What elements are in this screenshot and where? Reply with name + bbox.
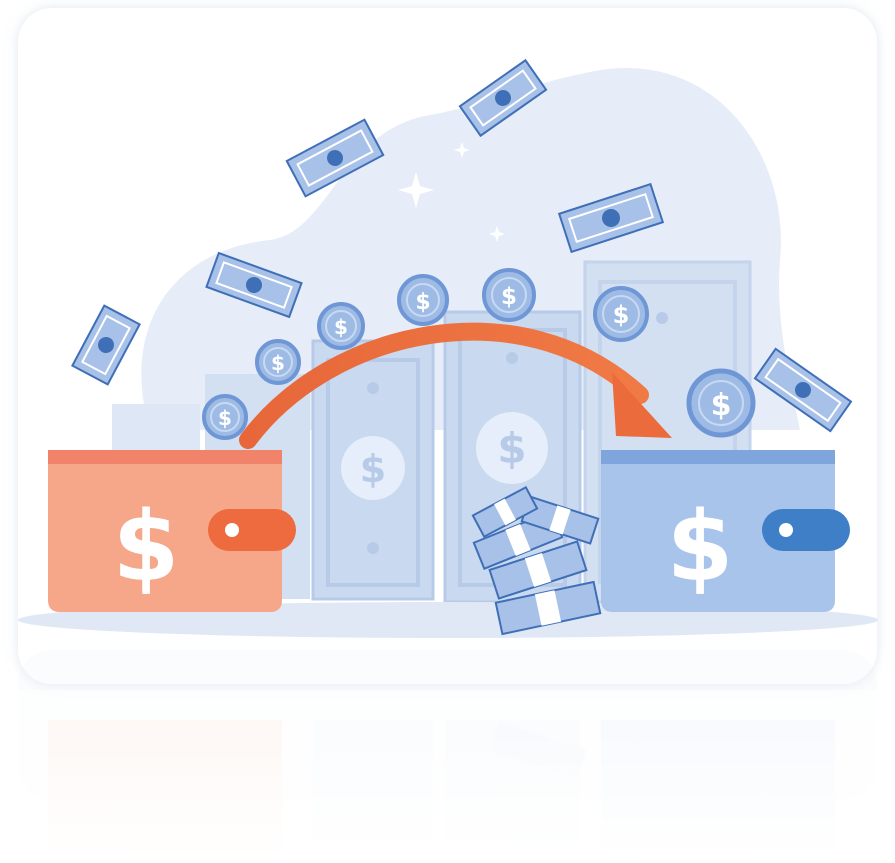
svg-text:$: $	[334, 315, 348, 339]
svg-text:$: $	[667, 491, 734, 603]
left-wallet-icon: $	[48, 450, 296, 612]
svg-text:$: $	[613, 301, 630, 329]
svg-text:$: $	[360, 447, 386, 491]
right-wallet-icon: $	[601, 450, 850, 612]
svg-text:$: $	[113, 491, 180, 603]
svg-text:$: $	[711, 388, 732, 423]
svg-text:$: $	[415, 290, 430, 315]
reflection-fade	[0, 690, 895, 859]
svg-text:$: $	[218, 406, 232, 430]
svg-text:$: $	[497, 424, 526, 473]
svg-text:$: $	[501, 284, 517, 310]
svg-text:$: $	[271, 351, 285, 375]
money-transfer-illustration: $ $ $ $ $ $ $ $ $ $ $	[0, 0, 895, 863]
illustration-canvas: $ $ $ $ $ $ $ $ $ $ $	[0, 8, 895, 863]
